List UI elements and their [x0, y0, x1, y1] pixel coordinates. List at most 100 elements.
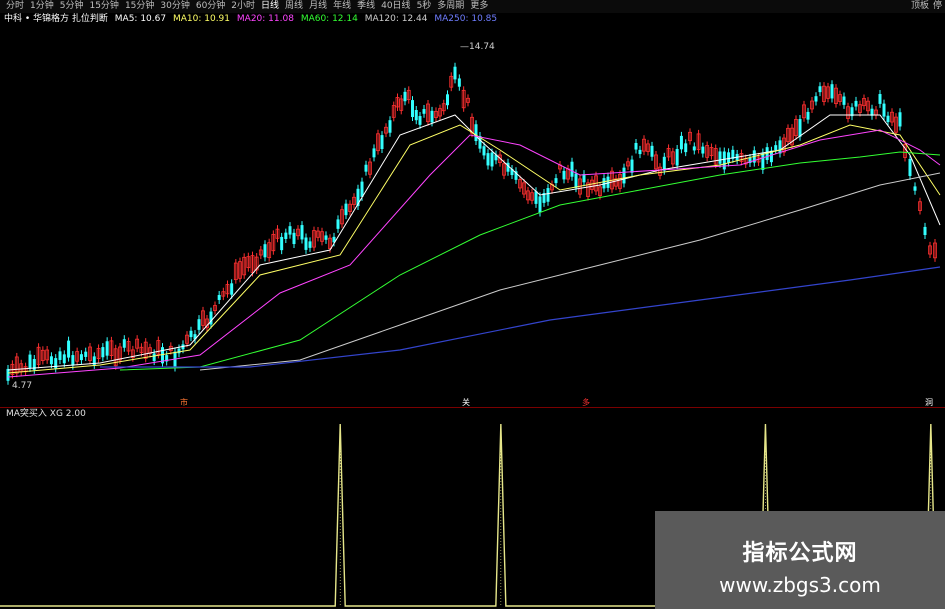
candle-body: [482, 146, 486, 156]
candlestick-chart[interactable]: —14.74 4.77 市 关 多 洞: [0, 25, 945, 407]
toolbar-right-button[interactable]: 停: [933, 0, 942, 13]
candle-body: [105, 341, 109, 356]
candle-body: [414, 110, 418, 121]
candle-body: [630, 159, 634, 173]
candle-body: [453, 66, 457, 80]
ma250-line: [100, 266, 941, 368]
period-tab[interactable]: 日线: [261, 0, 279, 13]
period-tab[interactable]: 更多: [470, 0, 488, 13]
candle-body: [761, 152, 765, 170]
ma20-line: [7, 129, 941, 378]
ma5-value: MA5: 10.67: [114, 14, 167, 24]
indicator-label: MA突买入 XG 2.00: [6, 409, 86, 419]
watermark: 指标公式网 www.zbgs3.com: [655, 511, 945, 609]
candle-body: [701, 146, 705, 154]
candle-body: [300, 225, 304, 240]
candle-body: [263, 244, 267, 258]
candle-body: [882, 103, 886, 117]
candle-body: [727, 152, 731, 163]
candle-body: [446, 94, 449, 106]
candle-body: [679, 135, 683, 150]
candle-body: [774, 145, 778, 151]
period-tab[interactable]: 15分钟: [125, 0, 154, 13]
candle-body: [71, 355, 75, 366]
ma60-value: MA60: 12.14: [300, 14, 358, 24]
candle-body: [58, 351, 62, 360]
candle-body: [217, 295, 221, 300]
candle-body: [28, 354, 32, 368]
candle-body: [230, 283, 234, 295]
event-marker: 市: [180, 397, 188, 407]
panel-divider: [0, 407, 945, 408]
period-tab[interactable]: 40日线: [381, 0, 410, 13]
event-marker: 多: [582, 397, 590, 407]
candle-body: [534, 191, 538, 204]
candle-body: [380, 135, 384, 150]
period-tab[interactable]: 5分钟: [60, 0, 84, 13]
period-tab[interactable]: 季线: [357, 0, 375, 13]
candle-body: [830, 84, 834, 99]
candle-body: [360, 181, 364, 197]
period-tab[interactable]: 2小时: [231, 0, 255, 13]
period-tab[interactable]: 30分钟: [160, 0, 189, 13]
period-tab[interactable]: 周线: [285, 0, 303, 13]
candle-body: [722, 151, 726, 170]
candle-body: [574, 173, 578, 189]
candle-body: [622, 167, 626, 184]
candle-body: [798, 119, 802, 137]
candle-body: [304, 237, 308, 250]
candle-body: [675, 149, 679, 166]
period-tab[interactable]: 15分钟: [89, 0, 118, 13]
candle-body: [403, 91, 407, 102]
candle-body: [554, 178, 558, 184]
candle-body: [638, 149, 642, 155]
candle-body: [67, 340, 71, 358]
ma5-line: [7, 114, 941, 371]
candle-body: [388, 120, 392, 133]
candle-body: [422, 109, 426, 114]
candle-body: [898, 112, 902, 127]
period-tab[interactable]: 60分钟: [196, 0, 225, 13]
ma20-value: MA20: 11.08: [236, 14, 294, 24]
period-tab[interactable]: 分时: [6, 0, 24, 13]
candle-body: [486, 153, 490, 166]
candle-body: [6, 368, 10, 381]
candle-body: [582, 174, 586, 183]
ma-legend: 中科 • 华锦格方 扎位判断 MA5: 10.67 MA10: 10.91 MA…: [0, 13, 945, 25]
candle-body: [324, 235, 328, 240]
period-tab[interactable]: 月线: [309, 0, 327, 13]
candle-body: [562, 170, 566, 180]
candle-body: [84, 351, 88, 357]
candle-body: [718, 151, 722, 164]
candle-body: [814, 96, 818, 102]
event-marker: 关: [462, 397, 470, 407]
candle-body: [923, 226, 927, 236]
candle-body: [79, 354, 83, 361]
candle-body: [336, 219, 340, 229]
candle-body: [546, 188, 550, 202]
stock-title: 中科 • 华锦格方 扎位判断: [4, 14, 108, 24]
toolbar-right-button[interactable]: 顶板: [911, 0, 929, 13]
candle-body: [854, 100, 858, 107]
candle-body: [284, 232, 288, 239]
period-tab[interactable]: 1分钟: [30, 0, 54, 13]
candle-body: [288, 226, 292, 235]
candle-body: [292, 232, 296, 245]
candle-body: [101, 347, 105, 358]
candle-body: [490, 152, 494, 167]
candle-body: [818, 86, 822, 93]
candle-body: [886, 115, 890, 123]
candle-body: [189, 330, 193, 338]
ma250-value: MA250: 10.85: [434, 14, 498, 24]
period-tab[interactable]: 年线: [333, 0, 351, 13]
period-tab[interactable]: 多周期: [437, 0, 464, 13]
candle-body: [122, 339, 126, 348]
candle-body: [570, 161, 574, 177]
low-price-label: 4.77: [12, 381, 32, 391]
period-tab[interactable]: 5秒: [417, 0, 432, 13]
indicator-header: MA突买入 XG 2.00: [6, 409, 86, 420]
candle-body: [692, 146, 696, 151]
candle-body: [280, 236, 284, 251]
candle-body: [474, 124, 478, 142]
candle-body: [177, 348, 181, 354]
